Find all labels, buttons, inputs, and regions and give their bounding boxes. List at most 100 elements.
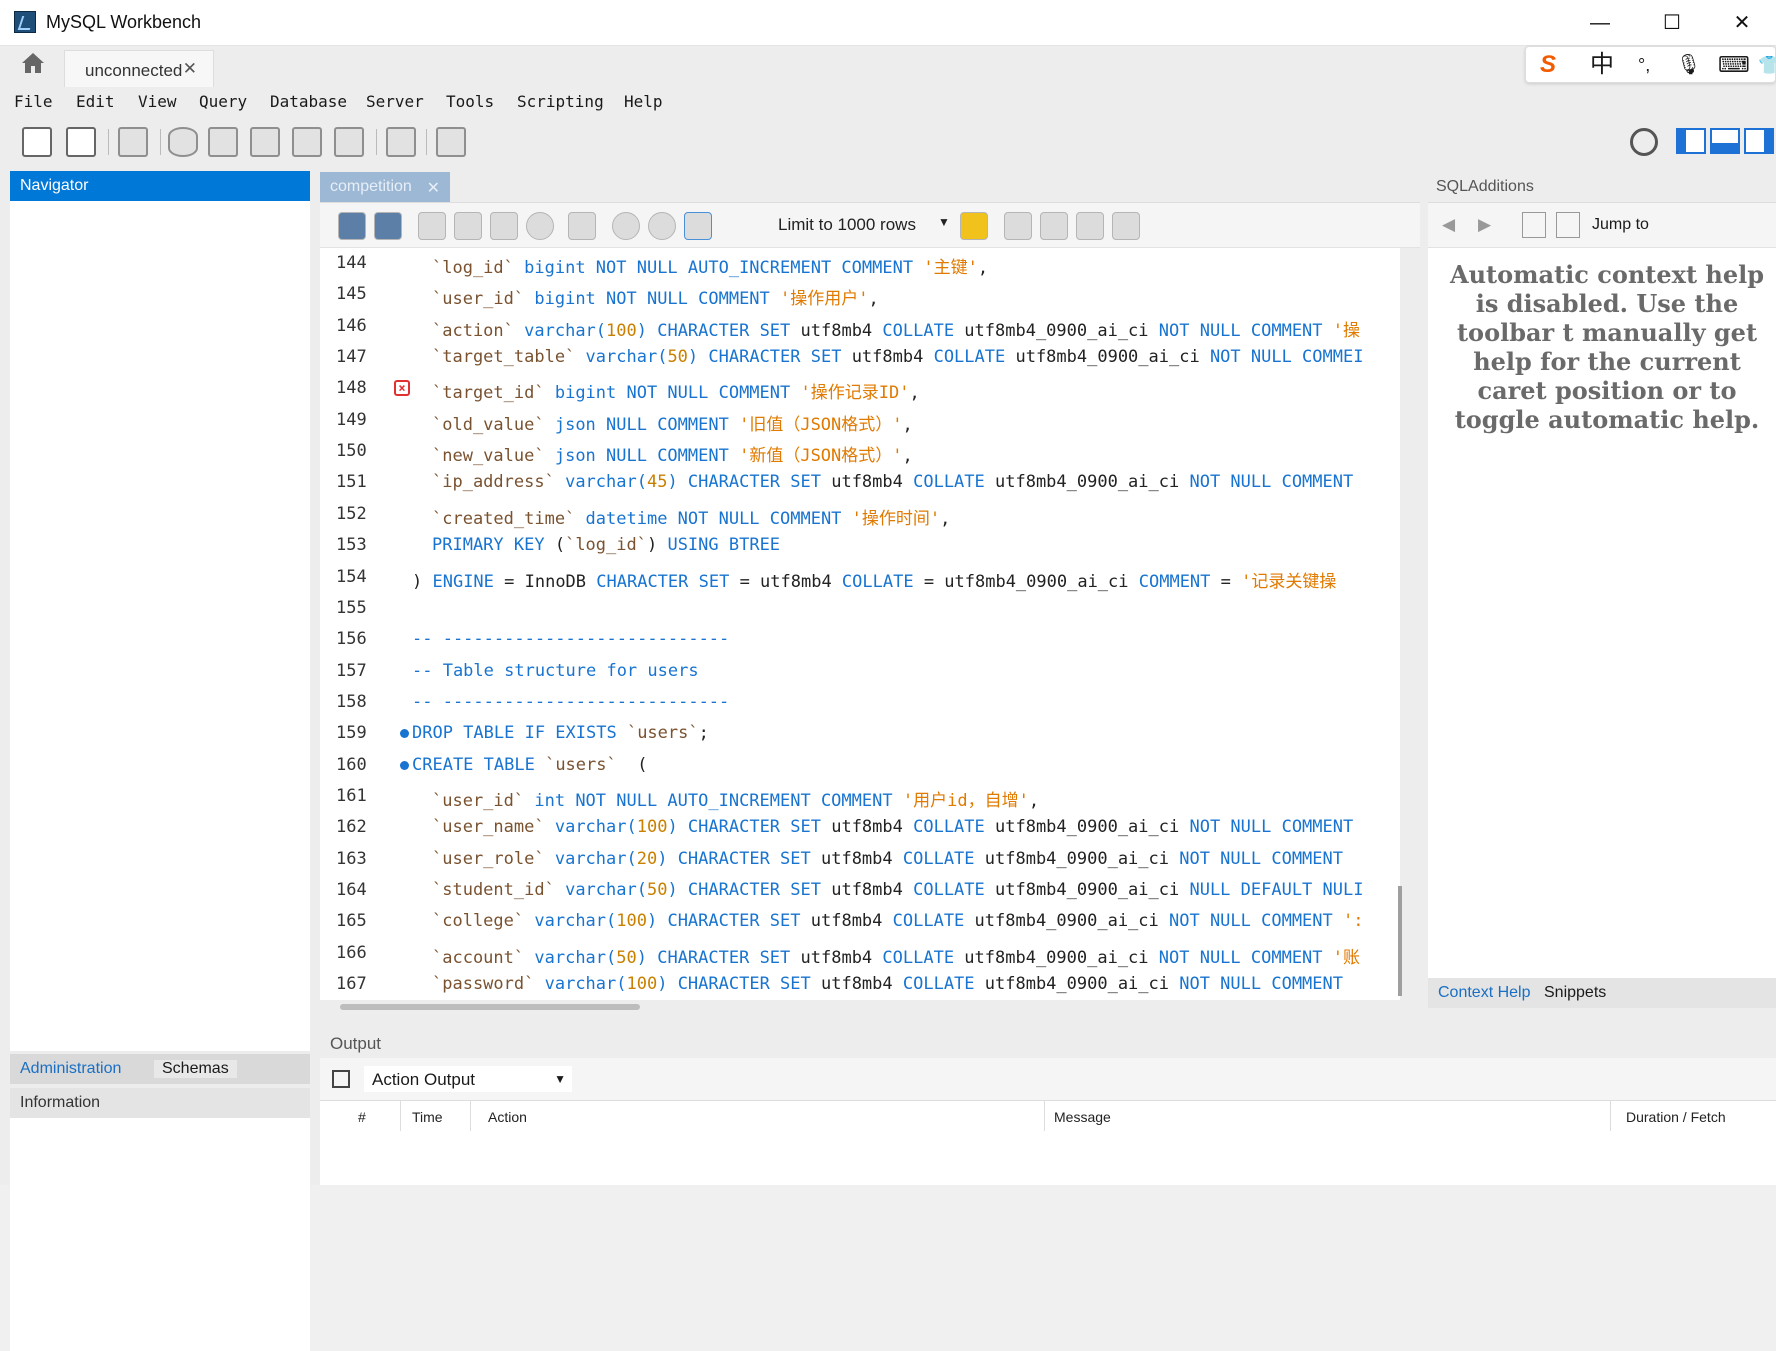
code-line[interactable]: 154) ENGINE = InnoDB CHARACTER SET = utf… <box>320 564 1400 596</box>
output-type-select[interactable]: Action Output ▼ <box>364 1066 572 1092</box>
code-line[interactable]: 155 <box>320 595 1400 627</box>
open-sql-script-icon[interactable] <box>66 127 96 157</box>
toggle-output-icon[interactable] <box>1710 128 1740 154</box>
maximize-button[interactable]: ☐ <box>1642 8 1702 38</box>
code-line[interactable]: 147 `target_table` varchar(50) CHARACTER … <box>320 344 1400 376</box>
close-tab-icon[interactable]: ✕ <box>183 59 197 79</box>
keyboard-icon[interactable]: ⌨ <box>1718 50 1750 80</box>
code-line[interactable]: 159 DROP TABLE IF EXISTS `users`; <box>320 720 1400 752</box>
connection-tab[interactable]: unconnected ✕ <box>64 50 214 87</box>
code-line[interactable]: 149 `old_value` json NULL COMMENT '旧值（JSO… <box>320 407 1400 439</box>
home-icon[interactable] <box>14 51 52 81</box>
syntax-error-icon[interactable]: × <box>394 380 410 397</box>
microphone-icon[interactable]: 🎙 <box>1676 50 1701 80</box>
preferences-icon[interactable] <box>1630 128 1658 156</box>
tab-context-help[interactable]: Context Help <box>1438 984 1531 1002</box>
code-line[interactable]: 150 `new_value` json NULL COMMENT '新值（JSO… <box>320 438 1400 470</box>
commit-icon[interactable] <box>612 212 640 240</box>
column-header-duration[interactable]: Duration / Fetch <box>1626 1109 1726 1125</box>
manual-help-icon[interactable] <box>1522 212 1546 238</box>
code-line[interactable]: 165 `college` varchar(100) CHARACTER SET … <box>320 908 1400 940</box>
autocommit-icon[interactable] <box>684 212 712 240</box>
menu-query[interactable]: Query <box>199 92 247 111</box>
explain-icon[interactable] <box>490 212 518 240</box>
forward-icon[interactable]: ▶ <box>1478 215 1491 235</box>
add-snippet-icon[interactable] <box>960 212 988 240</box>
code-line[interactable]: 164 `student_id` varchar(50) CHARACTER SE… <box>320 877 1400 909</box>
tab-competition[interactable]: competition ✕ <box>320 172 450 202</box>
code-line[interactable]: 163 `user_role` varchar(20) CHARACTER SET… <box>320 846 1400 878</box>
create-schema-icon[interactable] <box>168 127 198 157</box>
execute-icon[interactable] <box>418 212 446 240</box>
execute-current-icon[interactable] <box>454 212 482 240</box>
reconnect-icon[interactable] <box>436 127 466 157</box>
horizontal-scrollbar[interactable] <box>340 1004 640 1010</box>
code-line[interactable]: 166 `account` varchar(50) CHARACTER SET u… <box>320 940 1400 972</box>
rollback-icon[interactable] <box>648 212 676 240</box>
create-table-icon[interactable] <box>208 127 238 157</box>
tab-schemas[interactable]: Schemas <box>154 1060 237 1078</box>
minimize-button[interactable]: — <box>1570 8 1630 38</box>
create-view-icon[interactable] <box>250 127 280 157</box>
code-line[interactable]: 158 -- ---------------------------- <box>320 689 1400 721</box>
code-line[interactable]: 160 CREATE TABLE `users` ( <box>320 752 1400 784</box>
sogou-logo-icon[interactable]: S <box>1540 50 1556 80</box>
window-title: MySQL Workbench <box>46 12 202 32</box>
code-line[interactable]: 146 `action` varchar(100) CHARACTER SET u… <box>320 313 1400 345</box>
column-header-message[interactable]: Message <box>1054 1109 1111 1125</box>
line-number: 163 <box>336 848 367 869</box>
auto-help-icon[interactable] <box>1556 212 1580 238</box>
sql-code-editor[interactable]: 144 `log_id` bigint NOT NULL AUTO_INCREME… <box>320 248 1400 1000</box>
inspector-icon[interactable] <box>118 127 148 157</box>
code-line[interactable]: 151 `ip_address` varchar(45) CHARACTER SE… <box>320 469 1400 501</box>
menu-database[interactable]: Database <box>270 92 347 111</box>
create-procedure-icon[interactable] <box>292 127 322 157</box>
beautify-icon[interactable] <box>1004 212 1032 240</box>
menu-server[interactable]: Server <box>366 92 424 111</box>
code-line[interactable]: 144 `log_id` bigint NOT NULL AUTO_INCREME… <box>320 250 1400 282</box>
new-sql-tab-icon[interactable] <box>22 127 52 157</box>
menu-tools[interactable]: Tools <box>446 92 494 111</box>
word-wrap-icon[interactable] <box>1112 212 1140 240</box>
menu-scripting[interactable]: Scripting <box>517 92 604 111</box>
code-line[interactable]: 156 -- ---------------------------- <box>320 626 1400 658</box>
tab-snippets[interactable]: Snippets <box>1544 984 1606 1002</box>
search-table-data-icon[interactable] <box>386 127 416 157</box>
limit-rows-select[interactable]: Limit to 1000 rows ▼ <box>778 215 950 235</box>
toggle-sidebar-icon[interactable] <box>1676 128 1706 154</box>
copy-icon[interactable] <box>332 1070 350 1088</box>
back-icon[interactable]: ◀ <box>1442 215 1455 235</box>
code-line[interactable]: 153 PRIMARY KEY (`log_id`) USING BTREE <box>320 532 1400 564</box>
menu-help[interactable]: Help <box>624 92 663 111</box>
code-line[interactable]: 167 `password` varchar(100) CHARACTER SET… <box>320 971 1400 1000</box>
toggle-secondary-sidebar-icon[interactable] <box>1744 128 1774 154</box>
column-header-action[interactable]: Action <box>488 1109 527 1125</box>
close-button[interactable]: ✕ <box>1712 8 1772 38</box>
ime-language-toggle[interactable]: 中 <box>1590 50 1614 80</box>
code-line[interactable]: 152 `created_time` datetime NOT NULL COMM… <box>320 501 1400 533</box>
menu-file[interactable]: File <box>14 92 53 111</box>
menu-edit[interactable]: Edit <box>76 92 115 111</box>
jump-to-label[interactable]: Jump to <box>1592 216 1649 234</box>
column-header-number[interactable]: # <box>358 1109 366 1125</box>
code-line[interactable]: 148 × `target_id` bigint NOT NULL COMMENT … <box>320 375 1400 407</box>
skin-icon[interactable]: 👕 <box>1758 50 1776 80</box>
vertical-scrollbar[interactable] <box>1398 886 1402 996</box>
code-line[interactable]: 161 `user_id` int NOT NULL AUTO_INCREMENT… <box>320 783 1400 815</box>
code-line[interactable]: 145 `user_id` bigint NOT NULL COMMENT '操作… <box>320 281 1400 313</box>
code-line[interactable]: 157 -- Table structure for users <box>320 658 1400 690</box>
create-function-icon[interactable] <box>334 127 364 157</box>
close-editor-tab-icon[interactable]: ✕ <box>427 178 440 198</box>
ime-punctuation-icon[interactable]: °, <box>1638 50 1650 80</box>
toggle-continue-icon[interactable] <box>568 212 596 240</box>
menu-view[interactable]: View <box>138 92 177 111</box>
save-icon[interactable] <box>374 212 402 240</box>
tab-administration[interactable]: Administration <box>20 1060 121 1078</box>
find-icon[interactable] <box>1040 212 1068 240</box>
code-line[interactable]: 162 `user_name` varchar(100) CHARACTER SE… <box>320 814 1400 846</box>
open-file-icon[interactable] <box>338 212 366 240</box>
column-header-time[interactable]: Time <box>412 1109 443 1125</box>
stop-icon[interactable] <box>526 212 554 240</box>
navigator-tabs: Administration Schemas <box>10 1054 310 1084</box>
invisible-chars-icon[interactable] <box>1076 212 1104 240</box>
